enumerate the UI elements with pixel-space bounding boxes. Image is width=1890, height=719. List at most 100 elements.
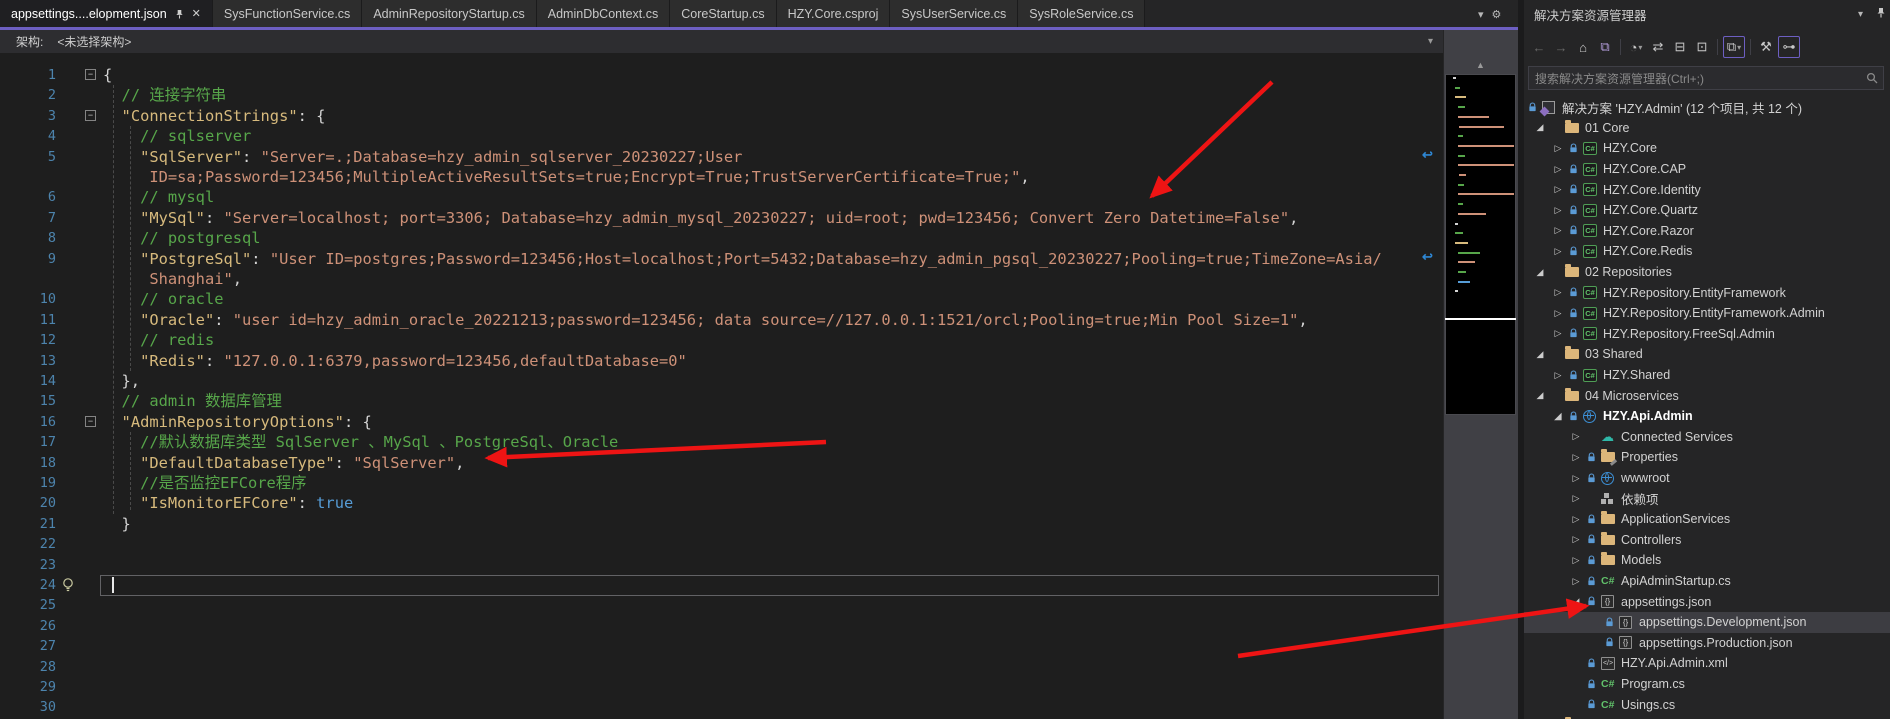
tree-item[interactable]: ◢HZY.Api.Admin xyxy=(1524,406,1890,427)
editor-tab[interactable]: appsettings....elopment.json✕ xyxy=(0,0,213,27)
expander-closed-icon[interactable]: ▷ xyxy=(1552,225,1564,236)
expander-closed-icon[interactable]: ▷ xyxy=(1552,205,1564,216)
tree-item[interactable]: ▷C#HZY.Repository.EntityFramework xyxy=(1524,282,1890,303)
code-line[interactable]: 15 // admin 数据库管理 xyxy=(0,391,1443,412)
window-position-icon[interactable]: ▾ xyxy=(1858,9,1863,20)
code-line[interactable]: 30 xyxy=(0,697,1443,718)
code-line[interactable]: 17 //默认数据库类型 SqlServer 、MySql 、PostgreSq… xyxy=(0,432,1443,453)
fold-collapse-icon[interactable]: − xyxy=(85,416,96,427)
expander-closed-icon[interactable]: ▷ xyxy=(1552,184,1564,195)
editor-tab[interactable]: AdminRepositoryStartup.cs xyxy=(362,0,536,27)
code-line[interactable]: 9 "PostgreSql": "User ID=postgres;Passwo… xyxy=(0,249,1443,270)
quick-actions-lightbulb-icon[interactable] xyxy=(61,577,75,598)
fold-collapse-icon[interactable]: − xyxy=(85,69,96,80)
code-line[interactable]: ID=sa;Password=123456;MultipleActiveResu… xyxy=(0,167,1443,188)
back-icon[interactable]: ← xyxy=(1529,37,1549,57)
code-line[interactable]: 25 xyxy=(0,595,1443,616)
forward-icon[interactable]: → xyxy=(1551,37,1571,57)
tree-item[interactable]: ▷依赖项 xyxy=(1524,488,1890,509)
expander-closed-icon[interactable]: ▷ xyxy=(1570,534,1582,545)
tree-item[interactable]: ▷C#HZY.Repository.EntityFramework.Admin xyxy=(1524,303,1890,324)
code-line[interactable]: 11 "Oracle": "user id=hzy_admin_oracle_2… xyxy=(0,310,1443,331)
code-line[interactable]: 8 // postgresql xyxy=(0,228,1443,249)
tab-pin-icon[interactable] xyxy=(175,9,184,19)
code-editor[interactable]: 1{−2 // 连接字符串3 "ConnectionStrings": {−4 … xyxy=(0,53,1443,719)
tree-item[interactable]: ▷C#HZY.Core.CAP xyxy=(1524,159,1890,180)
show-all-files-icon[interactable]: ⊡ xyxy=(1692,37,1712,57)
tree-item[interactable]: ▷☁Connected Services xyxy=(1524,427,1890,448)
code-line[interactable]: 4 // sqlserver xyxy=(0,126,1443,147)
tree-item[interactable]: </>HZY.Api.Admin.xml xyxy=(1524,653,1890,674)
code-line[interactable]: Shanghai", xyxy=(0,269,1443,290)
tree-item[interactable]: ▷Models xyxy=(1524,550,1890,571)
switch-views-icon[interactable]: ⧉ xyxy=(1595,37,1615,57)
expander-closed-icon[interactable]: ▷ xyxy=(1570,514,1582,525)
tree-item[interactable]: ◢02 Repositories xyxy=(1524,262,1890,283)
editor-tab[interactable]: CoreStartup.cs xyxy=(670,0,776,27)
code-line[interactable]: 2 // 连接字符串 xyxy=(0,85,1443,106)
expander-closed-icon[interactable]: ▷ xyxy=(1552,308,1564,319)
schema-dropdown-icon[interactable]: ▾ xyxy=(1428,36,1433,47)
expander-open-icon[interactable]: ◢ xyxy=(1570,596,1582,607)
tab-list-dropdown-icon[interactable]: ▾ xyxy=(1478,8,1484,21)
code-line[interactable]: 7 "MySql": "Server=localhost; port=3306;… xyxy=(0,208,1443,229)
editor-options-gear-icon[interactable]: ⚙ xyxy=(1492,8,1502,21)
editor-tab[interactable]: HZY.Core.csproj xyxy=(777,0,891,27)
tree-item[interactable]: 解决方案 'HZY.Admin' (12 个项目, 共 12 个) xyxy=(1524,97,1890,118)
code-line[interactable]: 28 xyxy=(0,657,1443,678)
expander-closed-icon[interactable]: ▷ xyxy=(1552,370,1564,381)
tree-item[interactable]: ▷C#HZY.Core xyxy=(1524,138,1890,159)
pending-changes-filter-icon[interactable]: ◔▾ xyxy=(1626,37,1646,57)
code-line[interactable]: 22 xyxy=(0,534,1443,555)
schema-selector[interactable]: <未选择架构> xyxy=(57,33,131,50)
code-line[interactable]: 23 xyxy=(0,555,1443,576)
tree-item[interactable]: ▷C#HZY.Core.Quartz xyxy=(1524,200,1890,221)
code-line[interactable]: 19 //是否监控EFCore程序 xyxy=(0,473,1443,494)
expander-closed-icon[interactable]: ▷ xyxy=(1552,287,1564,298)
code-line[interactable]: 13 "Redis": "127.0.0.1:6379,password=123… xyxy=(0,351,1443,372)
tree-item[interactable]: ▷C#HZY.Core.Razor xyxy=(1524,221,1890,242)
expander-closed-icon[interactable]: ▷ xyxy=(1570,431,1582,442)
code-line[interactable]: 3 "ConnectionStrings": { xyxy=(0,106,1443,127)
tree-item[interactable]: ▷C#HZY.Repository.FreeSql.Admin xyxy=(1524,324,1890,345)
preview-selected-items-icon[interactable]: ⊶ xyxy=(1778,36,1800,58)
pin-icon[interactable] xyxy=(1876,7,1886,21)
tree-item[interactable]: C#Program.cs xyxy=(1524,674,1890,695)
code-line[interactable]: 16 "AdminRepositoryOptions": { xyxy=(0,412,1443,433)
tree-item[interactable]: ◢{}appsettings.json xyxy=(1524,591,1890,612)
tree-item[interactable]: ▷Controllers xyxy=(1524,530,1890,551)
code-line[interactable]: 6 // mysql xyxy=(0,187,1443,208)
expander-closed-icon[interactable]: ▷ xyxy=(1570,555,1582,566)
collapse-all-icon[interactable]: ⊟ xyxy=(1670,37,1690,57)
editor-tab[interactable]: SysRoleService.cs xyxy=(1018,0,1145,27)
code-line[interactable]: 21 } xyxy=(0,514,1443,535)
expander-closed-icon[interactable]: ▷ xyxy=(1552,328,1564,339)
tree-item[interactable]: ▷05 Tests xyxy=(1524,715,1890,719)
tab-close-icon[interactable]: ✕ xyxy=(192,7,201,20)
home-icon[interactable]: ⌂ xyxy=(1573,37,1593,57)
sync-with-active-document-icon[interactable]: ⇄ xyxy=(1648,37,1668,57)
editor-tab[interactable]: AdminDbContext.cs xyxy=(537,0,670,27)
tree-item[interactable]: {}appsettings.Production.json xyxy=(1524,633,1890,654)
sync-selection-icon[interactable]: ⧉▾ xyxy=(1723,36,1745,58)
tree-item[interactable]: ◢01 Core xyxy=(1524,118,1890,139)
expander-open-icon[interactable]: ◢ xyxy=(1534,122,1546,133)
scrollbar-up-icon[interactable]: ▲ xyxy=(1443,58,1518,72)
code-line[interactable]: 18 "DefaultDatabaseType": "SqlServer", xyxy=(0,453,1443,474)
code-line[interactable]: 10 // oracle xyxy=(0,289,1443,310)
code-line[interactable]: 5 "SqlServer": "Server=.;Database=hzy_ad… xyxy=(0,147,1443,168)
code-line[interactable]: 14 }, xyxy=(0,371,1443,392)
expander-closed-icon[interactable]: ▷ xyxy=(1570,452,1582,463)
editor-tab[interactable]: SysFunctionService.cs xyxy=(213,0,362,27)
tree-item[interactable]: ▷ApplicationServices xyxy=(1524,509,1890,530)
expander-open-icon[interactable]: ◢ xyxy=(1534,267,1546,278)
tree-item[interactable]: C#Usings.cs xyxy=(1524,694,1890,715)
expander-closed-icon[interactable]: ▷ xyxy=(1570,576,1582,587)
code-line[interactable]: 26 xyxy=(0,616,1443,637)
expander-closed-icon[interactable]: ▷ xyxy=(1552,143,1564,154)
properties-wrench-icon[interactable]: ⚒ xyxy=(1756,37,1776,57)
code-line[interactable]: 1{ xyxy=(0,65,1443,86)
expander-open-icon[interactable]: ◢ xyxy=(1534,390,1546,401)
solution-explorer-search[interactable]: 搜索解决方案资源管理器(Ctrl+;) xyxy=(1528,66,1884,90)
tree-item[interactable]: ▷Properties xyxy=(1524,447,1890,468)
